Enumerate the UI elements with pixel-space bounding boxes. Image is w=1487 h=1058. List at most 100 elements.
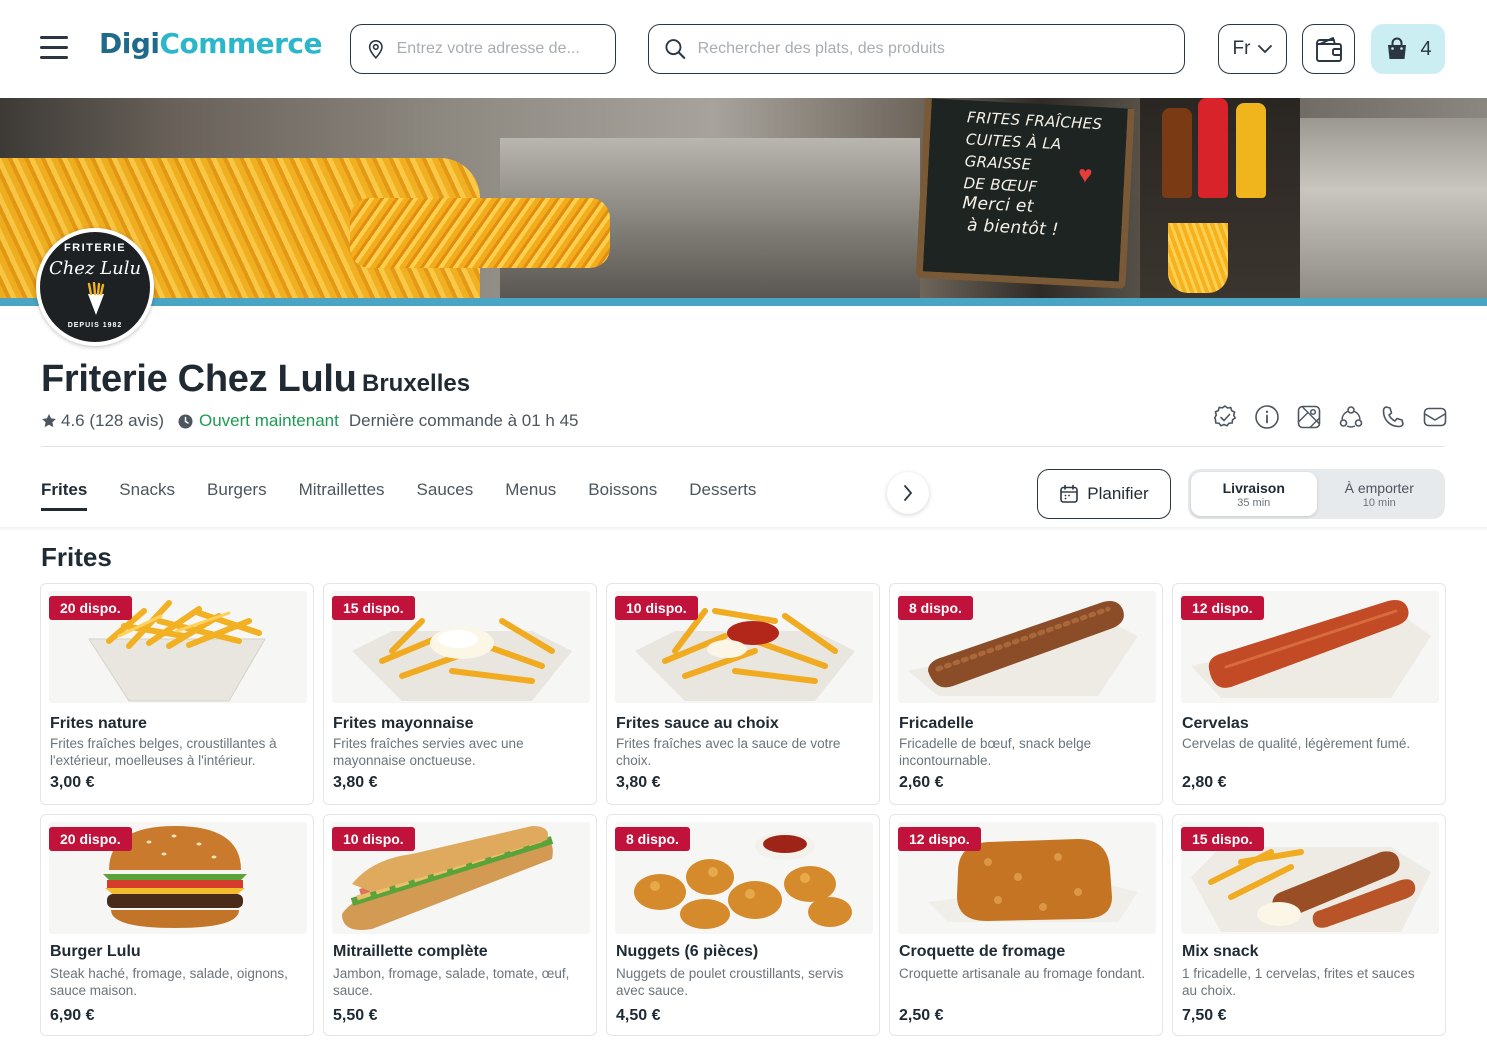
rating-text: 4.6 (128 avis) [61, 411, 164, 430]
takeaway-time: 10 min [1362, 496, 1396, 509]
address-field[interactable] [350, 24, 616, 74]
product-description: Fricadelle de bœuf, snack belge incontou… [899, 736, 1092, 768]
sauce-bottle [1198, 98, 1228, 198]
order-mode-toggle: Livraison 35 min À emporter 10 min [1188, 469, 1445, 519]
share-icon[interactable] [1338, 404, 1364, 430]
tab-desserts[interactable]: Desserts [689, 480, 756, 511]
star-icon [42, 414, 56, 428]
product-description: Croquette artisanale au fromage fondant. [899, 966, 1146, 981]
tabs-scroll-right-button[interactable] [887, 472, 929, 514]
sauce-bottle [1162, 108, 1192, 198]
stock-badge: 10 dispo. [615, 596, 698, 620]
product-description: Jambon, fromage, salade, tomate, œuf, sa… [333, 966, 570, 998]
product-card[interactable]: 12 dispo. Cervelas Cervelas de qualité, … [1172, 583, 1446, 805]
menu-icon[interactable] [40, 36, 74, 62]
product-name: Fricadelle [899, 715, 974, 732]
app-logo[interactable]: DigiCommerce [99, 27, 323, 60]
takeaway-option[interactable]: À emporter 10 min [1317, 472, 1443, 516]
stock-badge: 8 dispo. [615, 827, 690, 851]
cart-button[interactable]: 4 [1371, 24, 1445, 74]
product-description: 1 fricadelle, 1 cervelas, frites et sauc… [1182, 966, 1415, 998]
category-tabs: Frites Snacks Burgers Mitraillettes Sauc… [41, 480, 788, 511]
product-card[interactable]: 20 dispo. Burger Lulu Steak haché, froma… [40, 814, 314, 1036]
product-price: 2,80 € [1182, 774, 1227, 791]
product-price: 2,50 € [899, 1007, 944, 1024]
product-description: Frites fraîches belges, croustillantes à… [50, 736, 277, 768]
banner-fries-tray [350, 198, 610, 268]
open-status: Ouvert maintenant [199, 411, 339, 430]
product-card[interactable]: 8 dispo. Nuggets (6 pièces) Nuggets de p… [606, 814, 880, 1036]
stock-badge: 10 dispo. [332, 827, 415, 851]
stock-badge: 20 dispo. [49, 596, 132, 620]
product-card[interactable]: 12 dispo. Croquette de fromage Croquette… [889, 814, 1163, 1036]
takeaway-label: À emporter [1344, 479, 1414, 496]
product-name: Mix snack [1182, 943, 1259, 960]
product-card[interactable]: 8 dispo. Fricadelle Fricadelle de bœuf, … [889, 583, 1163, 805]
banner-fries-cone [1168, 223, 1228, 293]
store-banner-image: FRITES FRAÎCHES CUITES À LA GRAISSE DE BŒU… [0, 98, 1487, 298]
product-name: Frites mayonnaise [333, 715, 474, 732]
wallet-button[interactable] [1302, 24, 1355, 74]
language-value: Fr [1232, 38, 1251, 59]
store-logo-name-text: Chez Lulu [48, 258, 142, 279]
phone-icon[interactable] [1380, 404, 1406, 430]
product-card[interactable]: 15 dispo. Mix snack 1 fricadelle, 1 cerv… [1172, 814, 1446, 1036]
chevron-right-icon [904, 485, 913, 501]
tab-mitraillettes[interactable]: Mitraillettes [299, 480, 385, 511]
banner-accent-stripe [0, 298, 1487, 306]
product-price: 7,50 € [1182, 1007, 1227, 1024]
address-input[interactable] [396, 40, 615, 58]
store-city: Bruxelles [362, 370, 471, 397]
fries-cone-icon [87, 282, 105, 315]
product-card[interactable]: 10 dispo. Frites sauce au choix Frites f… [606, 583, 880, 805]
store-logo: FRITERIE Chez Lulu DEPUIS 1982 [36, 228, 154, 346]
product-name: Cervelas [1182, 715, 1249, 732]
chalkboard-text-bottom: Merci et à bientôt ! [962, 193, 1060, 241]
search-field[interactable] [648, 24, 1185, 74]
mail-icon[interactable] [1422, 404, 1448, 430]
product-card[interactable]: 20 dispo. Frites nature Frites fraîches … [40, 583, 314, 805]
product-name: Burger Lulu [50, 943, 141, 960]
product-description: Steak haché, fromage, salade, oignons, s… [50, 966, 288, 998]
location-pin-icon [368, 40, 383, 59]
product-price: 6,90 € [50, 1007, 95, 1024]
banner-machine [1300, 118, 1487, 298]
badge-check-icon[interactable] [1212, 404, 1238, 430]
product-price: 2,60 € [899, 774, 944, 791]
product-description: Frites fraîches avec la sauce de votre c… [616, 736, 841, 768]
heart-icon: ♥ [1077, 161, 1094, 189]
stock-badge: 15 dispo. [1181, 827, 1264, 851]
last-order-text: Dernière commande à 01 h 45 [348, 411, 579, 430]
product-name: Nuggets (6 pièces) [616, 943, 759, 960]
banner-shelf [1140, 98, 1300, 298]
stock-badge: 20 dispo. [49, 827, 132, 851]
product-price: 3,80 € [333, 774, 378, 791]
tabs-shadow [0, 527, 1487, 531]
search-input[interactable] [697, 40, 1184, 58]
tab-boissons[interactable]: Boissons [588, 480, 657, 511]
sauce-bottle [1236, 103, 1266, 198]
product-card[interactable]: 10 dispo. Mitraillette complète Jambon, … [323, 814, 597, 1036]
store-name: Friterie Chez Lulu [41, 358, 357, 400]
product-grid: 20 dispo. Frites nature Frites fraîches … [40, 583, 1446, 1036]
delivery-option[interactable]: Livraison 35 min [1191, 472, 1317, 516]
tab-menus[interactable]: Menus [505, 480, 556, 511]
map-icon[interactable] [1296, 404, 1322, 430]
info-icon[interactable] [1254, 404, 1280, 430]
schedule-button[interactable]: Planifier [1037, 469, 1171, 519]
store-meta: 4.6 (128 avis) Ouvert maintenant Dernièr… [41, 411, 579, 431]
stock-badge: 12 dispo. [898, 827, 981, 851]
product-card[interactable]: 15 dispo. Frites mayonnaise Frites fraîc… [323, 583, 597, 805]
language-select[interactable]: Fr [1218, 24, 1287, 74]
top-header: DigiCommerce Fr 4 [0, 0, 1487, 98]
chalkboard-sign: FRITES FRAÎCHES CUITES À LA GRAISSE DE BŒU… [915, 98, 1135, 289]
tab-sauces[interactable]: Sauces [417, 480, 474, 511]
tab-frites[interactable]: Frites [41, 480, 88, 511]
product-description: Nuggets de poulet croustillants, servis … [616, 966, 844, 998]
tab-snacks[interactable]: Snacks [119, 480, 175, 511]
info-divider [41, 446, 1445, 447]
stock-badge: 12 dispo. [1181, 596, 1264, 620]
shopping-bag-icon [1388, 37, 1407, 59]
delivery-label: Livraison [1222, 479, 1285, 496]
tab-burgers[interactable]: Burgers [207, 480, 267, 511]
